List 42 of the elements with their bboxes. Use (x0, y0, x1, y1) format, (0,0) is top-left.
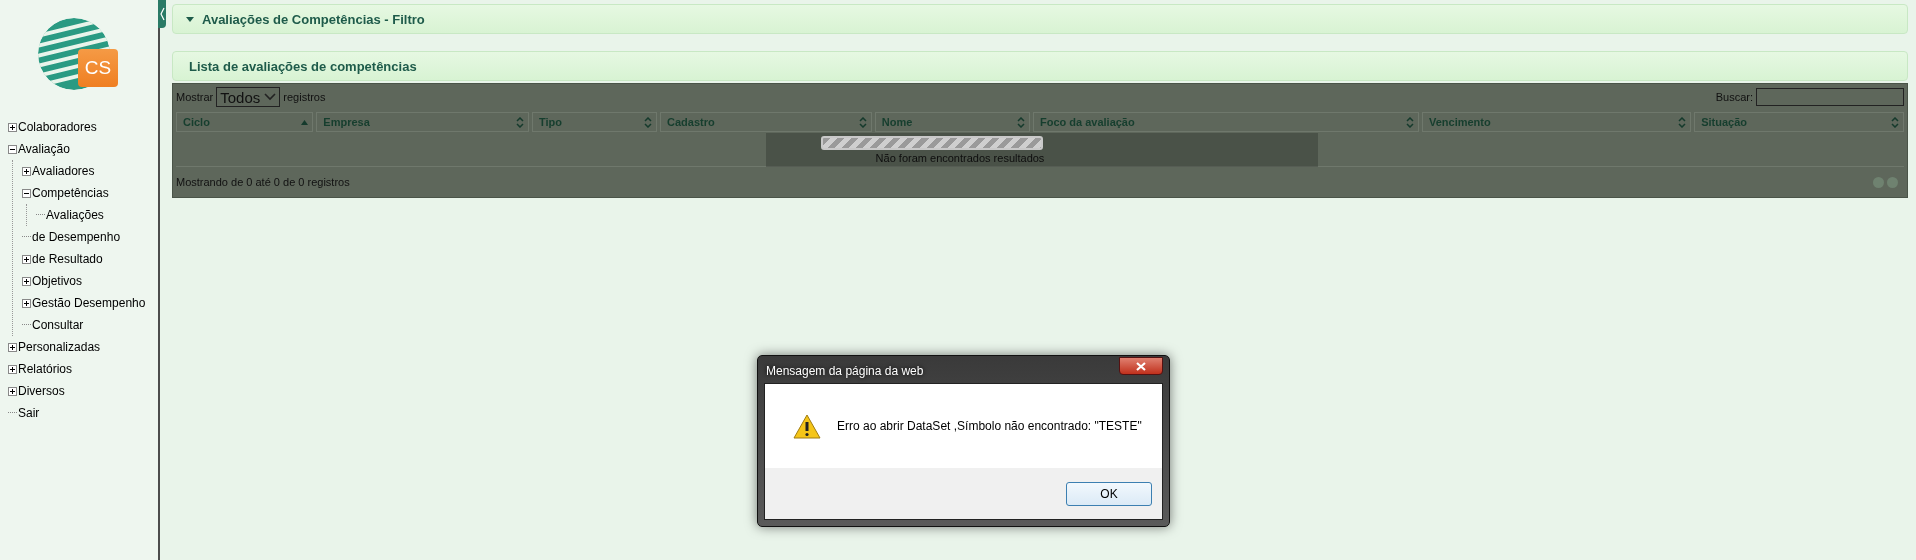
show-label: Mostrar (176, 91, 214, 103)
dialog-title: Mensagem da página da web (766, 364, 924, 378)
logo-badge: CS (78, 49, 118, 87)
chevron-left-icon (159, 7, 165, 21)
close-button[interactable] (1119, 357, 1163, 375)
expand-icon[interactable] (8, 122, 17, 132)
expand-icon[interactable] (22, 298, 31, 308)
filter-panel-header[interactable]: Avaliações de Competências - Filtro (172, 4, 1908, 34)
tree-item[interactable]: Gestão Desempenho (32, 296, 146, 310)
expand-icon[interactable] (22, 254, 31, 264)
expand-icon[interactable] (22, 276, 31, 286)
tree-item[interactable]: Consultar (32, 318, 84, 332)
tree-item[interactable]: Avaliação (18, 142, 70, 156)
warning-icon (793, 413, 821, 439)
ok-button[interactable]: OK (1066, 481, 1152, 506)
expand-icon[interactable] (8, 386, 17, 396)
table-info: Mostrando de 0 até 0 de 0 registros (176, 176, 350, 188)
tree-item[interactable]: Objetivos (32, 274, 83, 288)
collapse-icon[interactable] (8, 144, 17, 154)
expand-icon[interactable] (22, 166, 31, 176)
empty-message: Não foram encontrados resultados (875, 152, 1045, 164)
tree-item[interactable]: de Desempenho (32, 230, 121, 244)
panel-title: Lista de avaliações de competências (189, 58, 417, 74)
search-label: Buscar: (1715, 91, 1753, 103)
tree-item[interactable]: Avaliadores (32, 164, 95, 178)
tree-item[interactable]: Diversos (18, 384, 65, 398)
search-field[interactable] (1756, 88, 1904, 106)
tree-item[interactable]: de Resultado (32, 252, 103, 266)
tree-item[interactable]: Sair (18, 406, 40, 420)
tree-item[interactable]: Colaboradores (18, 120, 97, 134)
tree-item[interactable]: Avaliações (46, 208, 104, 222)
chevron-down-icon (264, 93, 277, 101)
collapse-handle[interactable] (158, 0, 166, 28)
close-icon (1136, 361, 1146, 371)
expand-icon[interactable] (8, 342, 17, 352)
collapse-icon[interactable] (22, 188, 31, 198)
records-label: registros (283, 91, 326, 103)
expand-icon[interactable] (8, 364, 17, 374)
tree-item[interactable]: Competências (32, 186, 109, 200)
dialog-message: Erro ao abrir DataSet ,Símbolo não encontrado: "TESTE" (837, 419, 1142, 433)
tree-item[interactable]: Personalizadas (18, 340, 101, 354)
tree-item[interactable]: Relatórios (18, 362, 73, 376)
